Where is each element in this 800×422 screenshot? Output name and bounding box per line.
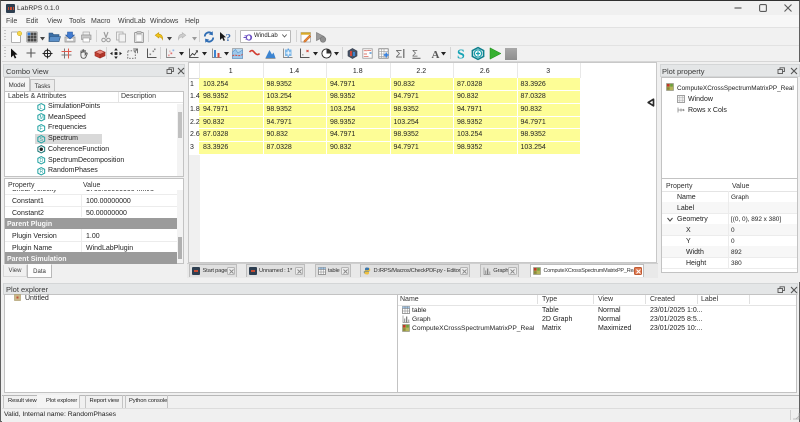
svg-text:F: F <box>40 126 43 132</box>
svg-text:M: M <box>40 115 44 121</box>
svg-text:A: A <box>432 49 440 61</box>
svg-text:L: L <box>40 105 43 111</box>
svg-text:S: S <box>457 48 465 63</box>
svg-text:?: ? <box>226 32 232 44</box>
svg-text:R: R <box>40 169 44 175</box>
svg-text:Σ: Σ <box>396 49 403 61</box>
svg-text:S: S <box>40 137 44 143</box>
svg-text:D: D <box>40 158 44 164</box>
